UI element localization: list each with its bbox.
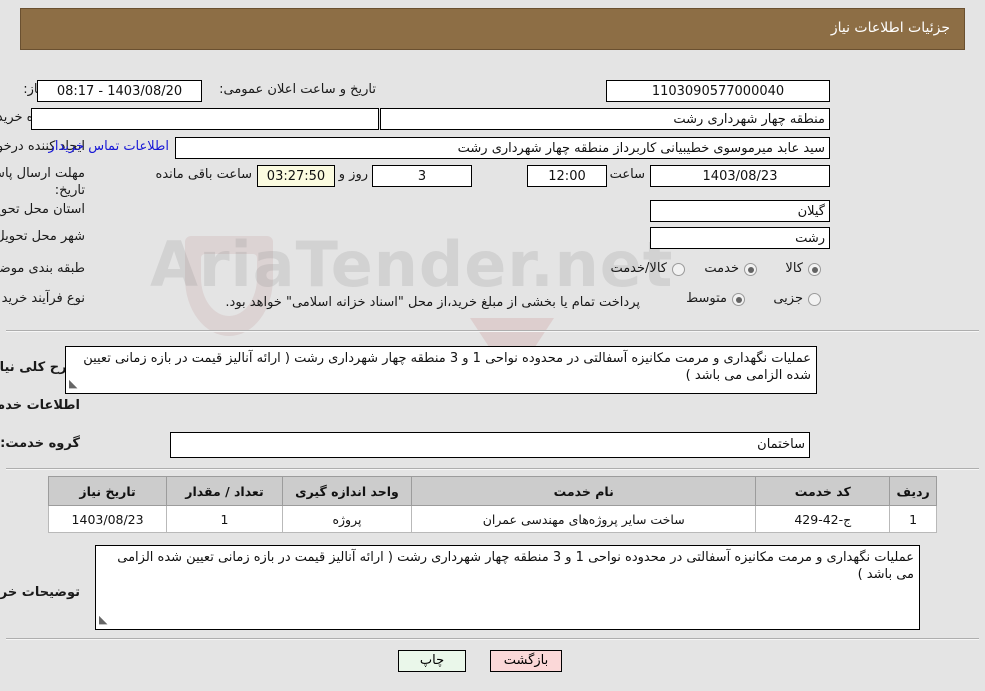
col-need-date: تاریخ نیاز <box>47 476 168 506</box>
category-option-label-0: کالا <box>785 261 803 276</box>
cell-quantity: 1 <box>166 505 283 533</box>
services-heading: اطلاعات خدمات مورد نیاز <box>0 398 80 413</box>
deadline-date-field[interactable]: 1403/08/23 <box>650 165 830 187</box>
remaining-hours-label: ساعت باقی مانده <box>155 167 252 182</box>
radio-category-kala-khedmat[interactable] <box>672 263 685 276</box>
back-button[interactable]: بازگشت <box>490 650 562 672</box>
service-group-label: گروه خدمت: <box>0 436 80 451</box>
resize-grip-icon[interactable]: ◣ <box>69 375 77 392</box>
radio-process-motavaset[interactable] <box>732 293 745 306</box>
buyer-notes-text: عملیات نگهداری و مرمت مکانیزه آسفالتی در… <box>117 550 914 582</box>
col-service-code: کد خدمت <box>755 476 891 506</box>
divider-top <box>6 330 979 332</box>
radio-category-kala[interactable] <box>808 263 821 276</box>
process-option-label-0: جزیی <box>773 291 803 306</box>
cell-service-code: ج-42-429 <box>755 505 891 533</box>
deadline-time-field[interactable]: 12:00 <box>527 165 607 187</box>
page-title: جزئیات اطلاعات نیاز <box>830 20 950 36</box>
description-text: عملیات نگهداری و مرمت مکانیزه آسفالتی در… <box>83 351 811 383</box>
col-service-name: نام خدمت <box>411 476 757 506</box>
deadline-label-line1: مهلت ارسال پاسخ: تا <box>0 166 85 181</box>
services-table: ردیف کد خدمت نام خدمت واحد اندازه گیری ت… <box>47 476 937 533</box>
col-unit: واحد اندازه گیری <box>281 476 413 506</box>
buyer-notes-textarea[interactable]: عملیات نگهداری و مرمت مکانیزه آسفالتی در… <box>95 545 920 630</box>
radio-process-jozii[interactable] <box>808 293 821 306</box>
remaining-days-label: روز و <box>338 167 368 182</box>
process-option-label-1: متوسط <box>686 291 727 306</box>
city-label: شهر محل تحویل: <box>0 229 85 244</box>
requester-field[interactable]: سید عابد میرموسوی خطیبیانی کاربرداز منطق… <box>175 137 830 159</box>
description-textarea[interactable]: عملیات نگهداری و مرمت مکانیزه آسفالتی در… <box>65 346 817 394</box>
cell-row-no: 1 <box>889 505 937 533</box>
category-option-label-1: خدمت <box>704 261 739 276</box>
cell-need-date: 1403/08/23 <box>47 505 168 533</box>
buyer-org-extra-field[interactable] <box>31 108 379 130</box>
print-button[interactable]: چاپ <box>398 650 466 672</box>
treasury-note: پرداخت تمام یا بخشی از مبلغ خرید،از محل … <box>225 295 640 310</box>
remaining-days-field[interactable]: 3 <box>372 165 472 187</box>
cell-service-name: ساخت سایر پروژه‌های مهندسی عمران <box>411 505 757 533</box>
watermark-shield-icon <box>185 236 273 336</box>
city-field[interactable]: رشت <box>650 227 830 249</box>
divider-services <box>6 468 979 470</box>
buyer-contact-link[interactable]: اطلاعات تماس خریدار <box>49 139 169 154</box>
announce-datetime-field[interactable]: 1403/08/20 - 08:17 <box>37 80 202 102</box>
resize-grip-icon-2[interactable]: ◣ <box>99 611 107 628</box>
table-row[interactable]: 1 ج-42-429 ساخت سایر پروژه‌های مهندسی عم… <box>47 505 937 533</box>
table-header-row: ردیف کد خدمت نام خدمت واحد اندازه گیری ت… <box>47 476 937 506</box>
col-quantity: تعداد / مقدار <box>166 476 283 506</box>
countdown-field: 03:27:50 <box>257 165 335 187</box>
page-root: AriaTender.net جزئیات اطلاعات نیاز شماره… <box>0 0 985 691</box>
announce-datetime-label: تاریخ و ساعت اعلان عمومی: <box>219 82 376 97</box>
buyer-notes-label: توضیحات خریدار: <box>0 585 80 600</box>
category-option-label-2: کالا/خدمت <box>610 261 667 276</box>
province-field[interactable]: گیلان <box>650 200 830 222</box>
need-number-field[interactable]: 1103090577000040 <box>606 80 830 102</box>
deadline-hour-label: ساعت <box>609 167 645 182</box>
category-label: طبقه بندی موضوعی: <box>0 261 85 276</box>
radio-category-khedmat[interactable] <box>744 263 757 276</box>
col-row-no: ردیف <box>889 476 937 506</box>
province-label: استان محل تحویل: <box>0 202 85 217</box>
divider-footer <box>6 638 979 640</box>
page-header-bar: جزئیات اطلاعات نیاز <box>20 8 965 50</box>
cell-unit: پروژه <box>281 505 413 533</box>
buyer-org-field[interactable]: منطقه چهار شهرداری رشت <box>380 108 830 130</box>
process-label: نوع فرآیند خرید : <box>0 291 85 306</box>
service-group-field[interactable]: ساختمان <box>170 432 810 458</box>
watermark-text: AriaTender.net <box>150 228 674 301</box>
deadline-label-line2: تاریخ: <box>54 183 85 198</box>
